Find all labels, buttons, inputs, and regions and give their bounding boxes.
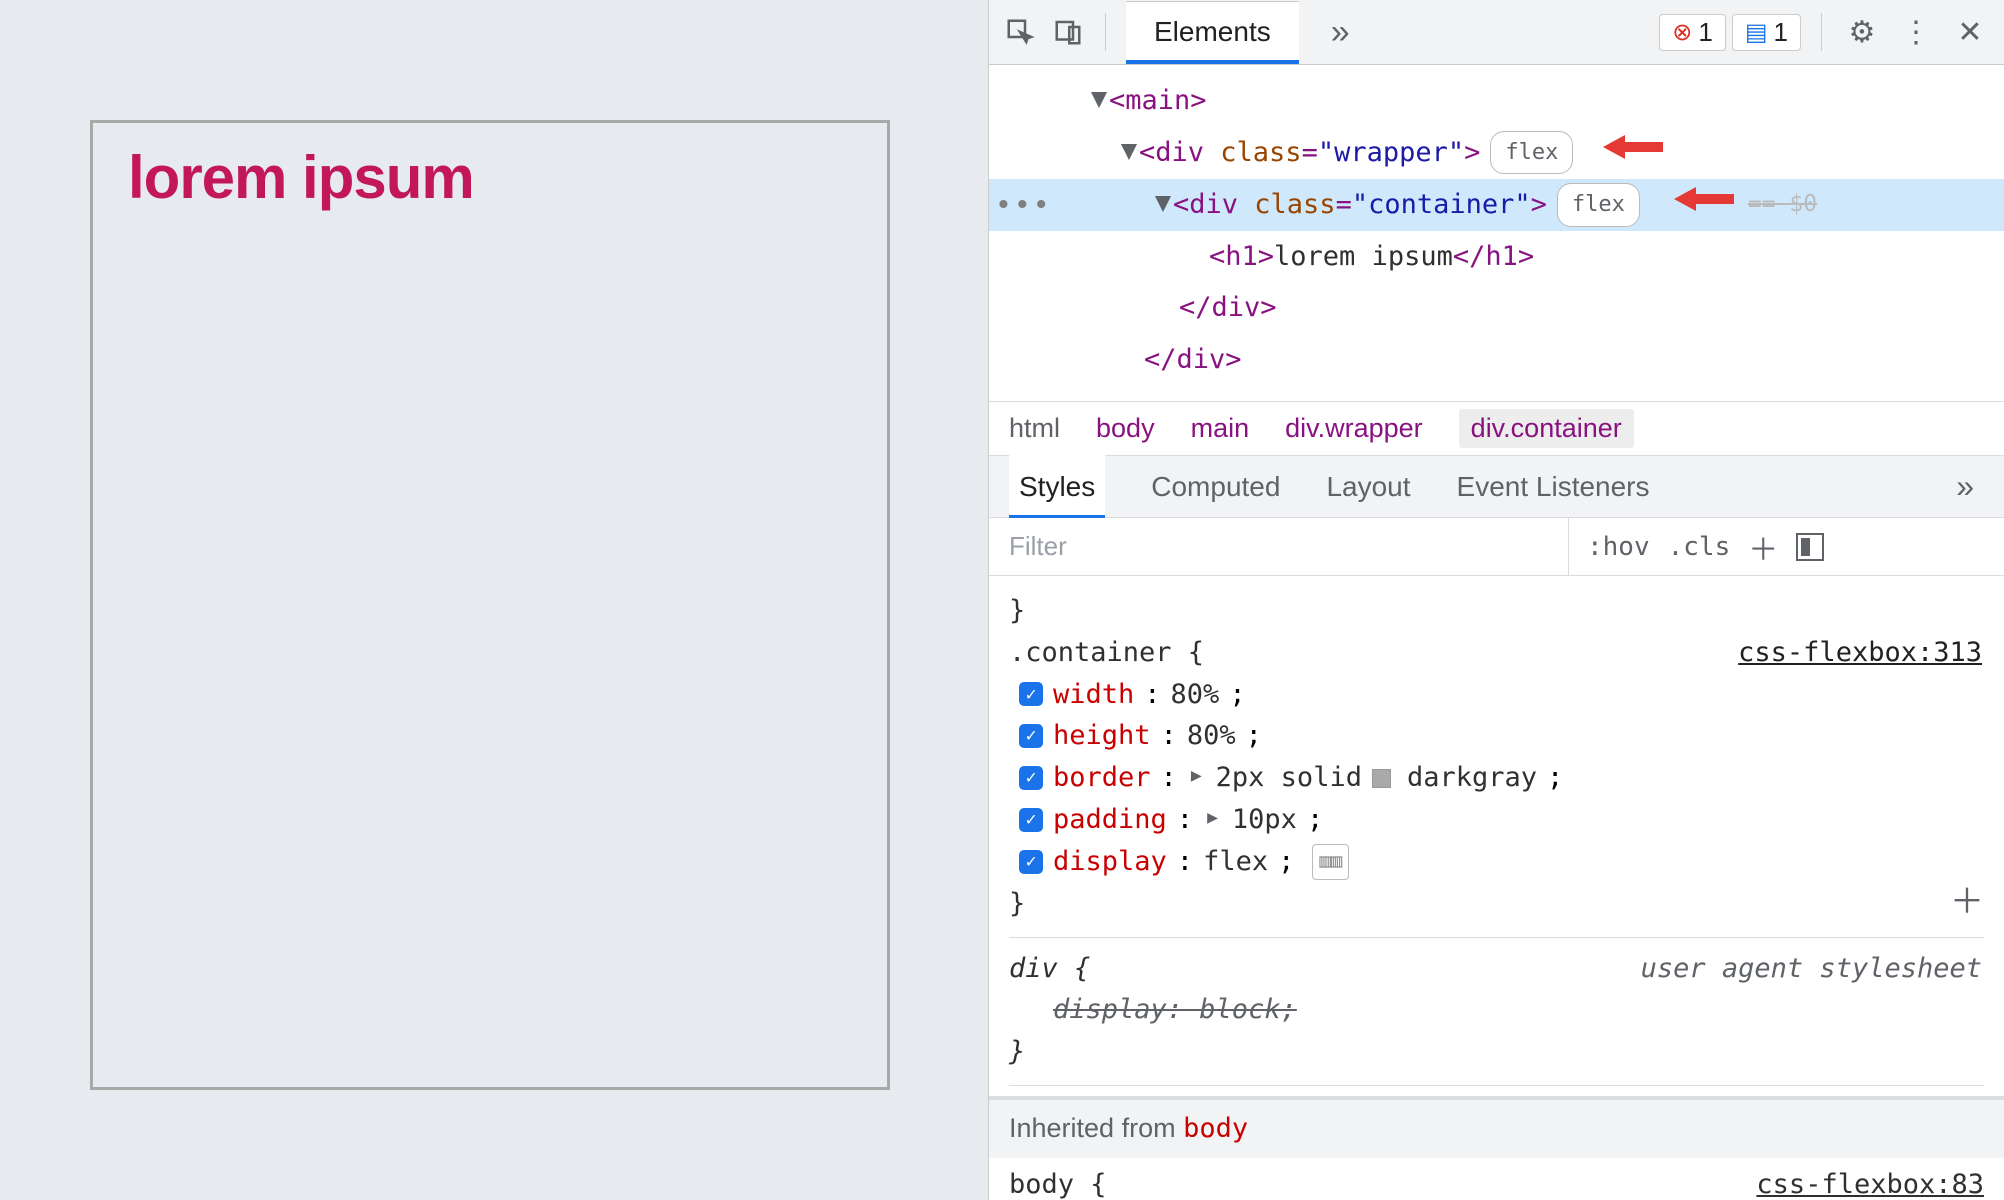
toolbar-separator (1821, 13, 1822, 51)
rule-source-link[interactable]: css-flexbox:313 (1738, 632, 1982, 674)
dom-node-div-close[interactable]: </div> (989, 334, 2004, 385)
device-toggle-icon[interactable] (1051, 15, 1085, 49)
decl-checkbox[interactable]: ✓ (1019, 808, 1043, 832)
decl-checkbox[interactable]: ✓ (1019, 724, 1043, 748)
inherited-header: Inherited from body (989, 1096, 2004, 1158)
console-ref: == $0 (1748, 191, 1817, 217)
expand-icon[interactable]: ▶ (1191, 762, 1202, 790)
decl-checkbox[interactable]: ✓ (1019, 850, 1043, 874)
decl-checkbox[interactable]: ✓ (1019, 682, 1043, 706)
rule-selector: div { (1009, 948, 1090, 990)
breadcrumb-item[interactable]: div.wrapper (1285, 413, 1423, 444)
rule-source-link[interactable]: css-flexbox:83 (1756, 1164, 1984, 1200)
tab-elements[interactable]: Elements (1126, 1, 1299, 64)
styles-filter-row: :hov .cls ＋ (989, 518, 2004, 575)
hov-button[interactable]: :hov (1587, 532, 1650, 562)
overridden-declaration: display: block; (1053, 994, 1297, 1025)
css-declaration[interactable]: ✓border:▶2px solid darkgray; (1009, 757, 1984, 799)
close-icon[interactable]: ✕ (1950, 15, 1990, 50)
rule-selector[interactable]: .container { (1009, 632, 1204, 674)
breadcrumb-item[interactable]: html (1009, 413, 1060, 444)
decl-checkbox[interactable]: ✓ (1019, 766, 1043, 790)
css-rule-container[interactable]: } .container { css-flexbox:313 ✓width: 8… (1009, 586, 1984, 938)
error-icon: ⊗ (1672, 18, 1692, 47)
css-rule-div-ua[interactable]: div { user agent stylesheet display: blo… (1009, 948, 1984, 1087)
dom-node-main[interactable]: ▼<main> (989, 75, 2004, 126)
toggle-sidebar-icon[interactable] (1796, 533, 1824, 561)
css-declaration[interactable]: ✓display: flex;▥▥ (1009, 841, 1984, 883)
message-icon: ▤ (1745, 18, 1768, 47)
dom-tree[interactable]: ▼<main> ▼<div class="wrapper">flex •••▼<… (989, 65, 2004, 400)
dom-node-wrapper[interactable]: ▼<div class="wrapper">flex (989, 127, 2004, 179)
tabs-overflow-icon[interactable]: » (1313, 13, 1368, 52)
new-rule-button[interactable]: ＋ (1748, 525, 1778, 569)
subtab-event-listeners[interactable]: Event Listeners (1457, 471, 1650, 503)
subtab-layout[interactable]: Layout (1326, 471, 1410, 503)
cls-button[interactable]: .cls (1668, 532, 1731, 562)
css-rule-body-peek[interactable]: body { css-flexbox:83 (1009, 1158, 1984, 1200)
page-heading: lorem ipsum (128, 143, 852, 212)
flex-editor-icon[interactable]: ▥▥ (1312, 844, 1349, 879)
arrow-annotation-icon (1674, 180, 1734, 231)
rule-source-ua: user agent stylesheet (1641, 948, 1982, 990)
css-declaration[interactable]: ✓width: 80%; (1009, 674, 1984, 716)
kebab-menu-icon[interactable]: ⋮ (1896, 15, 1936, 50)
errors-badge[interactable]: ⊗ 1 (1659, 14, 1726, 51)
css-declaration[interactable]: ✓height: 80%; (1009, 715, 1984, 757)
errors-count: 1 (1698, 17, 1712, 48)
breadcrumb-item-current[interactable]: div.container (1459, 409, 1634, 448)
flex-badge[interactable]: flex (1490, 131, 1573, 175)
devtools-panel: Elements » ⊗ 1 ▤ 1 ⚙ ⋮ ✕ ▼<main> ▼<div c… (988, 0, 2004, 1200)
arrow-annotation-icon (1603, 128, 1663, 179)
styles-pane: } .container { css-flexbox:313 ✓width: 8… (989, 576, 2004, 1200)
styles-subtabs: Styles Computed Layout Event Listeners » (989, 456, 2004, 518)
toolbar-separator (1105, 13, 1106, 51)
expand-icon[interactable]: ▶ (1207, 804, 1218, 832)
inspect-icon[interactable] (1003, 15, 1037, 49)
flex-badge[interactable]: flex (1557, 183, 1640, 227)
styles-filter-input[interactable] (1009, 518, 1569, 574)
subtabs-overflow-icon[interactable]: » (1956, 468, 1974, 505)
messages-badge[interactable]: ▤ 1 (1732, 14, 1801, 51)
breadcrumb-item[interactable]: main (1191, 413, 1250, 444)
breadcrumb: html body main div.wrapper div.container (989, 401, 2004, 457)
dom-node-div-close[interactable]: </div> (989, 282, 2004, 333)
subtab-styles[interactable]: Styles (1009, 455, 1105, 519)
devtools-toolbar: Elements » ⊗ 1 ▤ 1 ⚙ ⋮ ✕ (989, 0, 2004, 65)
color-swatch[interactable] (1372, 769, 1391, 788)
rendered-page: lorem ipsum (0, 0, 988, 1200)
add-declaration-button[interactable]: ＋ (1950, 876, 1984, 929)
css-declaration[interactable]: ✓padding:▶10px; (1009, 799, 1984, 841)
breadcrumb-item[interactable]: body (1096, 413, 1155, 444)
settings-icon[interactable]: ⚙ (1842, 15, 1882, 50)
dom-node-h1[interactable]: <h1>lorem ipsum</h1> (989, 231, 2004, 282)
container-box: lorem ipsum (90, 120, 890, 1090)
dom-node-container[interactable]: •••▼<div class="container">flex== $0 (989, 179, 2004, 231)
subtab-computed[interactable]: Computed (1151, 471, 1280, 503)
messages-count: 1 (1774, 17, 1788, 48)
dom-actions-icon[interactable]: ••• (995, 178, 1052, 231)
